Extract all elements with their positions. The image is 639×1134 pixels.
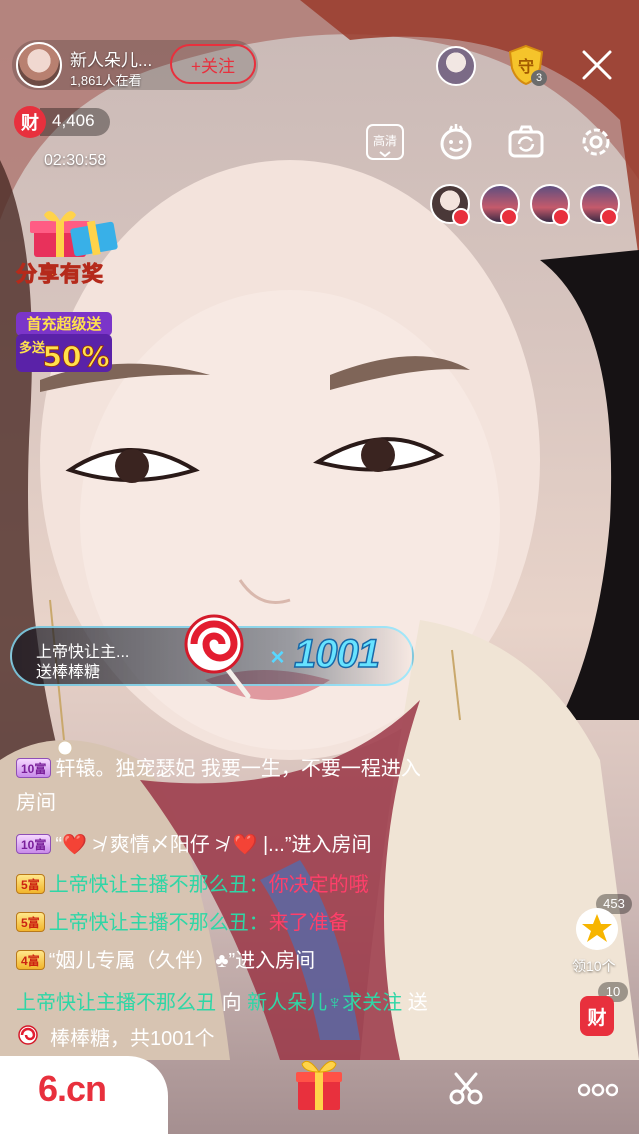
level-badge: 5富 bbox=[16, 912, 45, 932]
chat-gift-count-text: 棒棒糖，共1001个 bbox=[50, 1028, 215, 1050]
lollipop-icon bbox=[18, 1025, 38, 1045]
beauty-face-icon[interactable] bbox=[436, 122, 476, 162]
chat-username[interactable]: 上帝快让主播不那么丑 bbox=[16, 992, 216, 1014]
chat-text: 你决定的哦 bbox=[268, 874, 369, 896]
camera-flip-icon[interactable] bbox=[506, 122, 546, 162]
site-logo: 6.cn bbox=[38, 1068, 107, 1109]
quality-hd-label: 高清 bbox=[372, 134, 397, 148]
viewer-count: 1,861人在看 bbox=[70, 73, 142, 88]
chat-enter-suffix: 进入 bbox=[380, 758, 421, 780]
chat-text: 来了准备 bbox=[268, 912, 349, 934]
guard-avatar[interactable] bbox=[436, 46, 476, 86]
level-badge: 10富 bbox=[16, 834, 52, 854]
share-reward-label[interactable]: 分享有奖 bbox=[16, 258, 104, 288]
chat-message: 10富 轩辕。独宠瑟妃 我要一生，不要一程进入 bbox=[16, 752, 421, 781]
wealth-badge[interactable]: 财 bbox=[14, 106, 46, 138]
scissors-icon[interactable] bbox=[448, 1070, 484, 1106]
lollipop-gift-icon bbox=[184, 614, 251, 699]
wealth-count: 4,406 bbox=[52, 111, 95, 130]
combo-count: 1001 bbox=[293, 631, 380, 677]
chat-send-word: 送 bbox=[407, 992, 428, 1014]
chat-message: 10富 “❤️ ≯ 爽情〆阳仔 ≯ ❤️ |...”进入房间 bbox=[16, 828, 372, 857]
chat-username[interactable]: 上帝快让主播不那么丑： bbox=[49, 874, 269, 896]
combo-multiplier-sign: × bbox=[270, 644, 285, 671]
follow-button[interactable]: +关注 bbox=[170, 44, 256, 84]
recharge-line1: 首充超级送 bbox=[26, 315, 102, 333]
crown-badge-icon bbox=[452, 208, 470, 226]
chat-username[interactable]: 上帝快让主播不那么丑： bbox=[49, 912, 269, 934]
level-badge: 10富 bbox=[16, 758, 52, 778]
anchor-name: 新人朵儿... bbox=[70, 51, 153, 70]
chat-gift-message: 上帝快让主播不那么丑 向 新人朵儿♆求关注 送 bbox=[16, 986, 428, 1015]
recharge-promo-badge: 首充超级送 多送 50% bbox=[16, 312, 112, 373]
gift-box-icon[interactable] bbox=[294, 1056, 344, 1112]
chat-message: 5富 上帝快让主播不那么丑：你决定的哦 bbox=[16, 868, 369, 897]
chat-message: 5富 上帝快让主播不那么丑：来了准备 bbox=[16, 906, 349, 935]
chat-enter-text: “姻儿专属（久伴）♣”进入房间 bbox=[48, 950, 316, 972]
close-icon[interactable] bbox=[578, 46, 616, 84]
claim-stars-label[interactable]: 领10个 bbox=[572, 956, 616, 976]
chat-enter-tail: 房间 bbox=[16, 792, 56, 814]
chat-enter-text: “❤️ ≯ 爽情〆阳仔 ≯ ❤️ |...”进入房间 bbox=[55, 834, 372, 856]
wealth-side-button[interactable]: 财 bbox=[580, 996, 614, 1036]
gear-icon[interactable] bbox=[576, 122, 616, 162]
first-recharge-promo[interactable]: 首充超级送 多送 50% bbox=[14, 310, 114, 374]
level-badge: 5富 bbox=[16, 874, 45, 894]
level-badge: 4富 bbox=[16, 950, 45, 970]
chevron-down-icon bbox=[379, 151, 391, 158]
star-icon[interactable] bbox=[576, 908, 618, 950]
recharge-percent: 50% bbox=[42, 340, 109, 373]
guard-count-badge: 3 bbox=[531, 70, 547, 86]
crown-badge-icon bbox=[600, 208, 618, 226]
chat-message: 4富 “姻儿专属（久伴）♣”进入房间 bbox=[16, 944, 315, 973]
chat-enter-text: 轩辕。独宠瑟妃 我要一生，不要一程 bbox=[55, 758, 381, 780]
gift-action-text: 送棒棒糖 bbox=[36, 664, 101, 681]
crown-badge-icon bbox=[500, 208, 518, 226]
chat-to-word: 向 bbox=[221, 992, 242, 1014]
crown-badge-icon bbox=[552, 208, 570, 226]
chat-gift-detail: 棒棒糖，共1001个 bbox=[16, 1022, 215, 1051]
live-duration: 02:30:58 bbox=[44, 152, 107, 169]
more-options-icon[interactable] bbox=[578, 1080, 618, 1100]
anchor-avatar[interactable] bbox=[16, 42, 62, 88]
quality-hd-button[interactable]: 高清 bbox=[366, 124, 404, 160]
chat-target-name[interactable]: 新人朵儿♆求关注 bbox=[247, 992, 402, 1014]
